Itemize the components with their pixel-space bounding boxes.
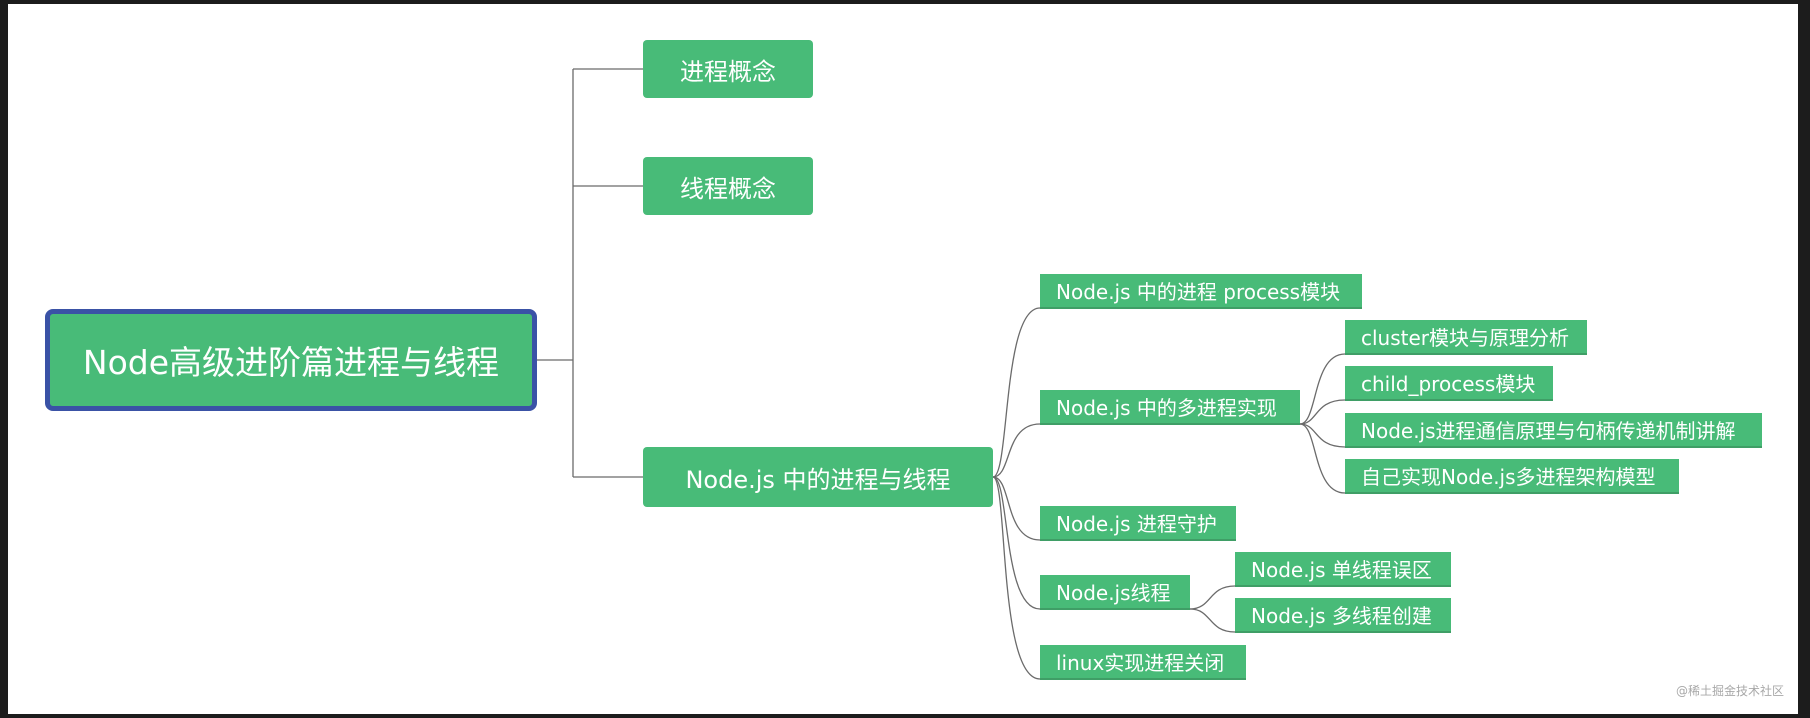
- leaf-custom-multiprocess-model[interactable]: 自己实现Node.js多进程架构模型: [1345, 459, 1679, 494]
- leaf-ipc-handle-passing[interactable]: Node.js进程通信原理与句柄传递机制讲解: [1345, 413, 1762, 448]
- subtopic-process-module[interactable]: Node.js 中的进程 process模块: [1040, 274, 1362, 309]
- leaf-cluster-module[interactable]: cluster模块与原理分析: [1345, 320, 1587, 355]
- root-node[interactable]: Node高级进阶篇进程与线程: [45, 309, 537, 411]
- subtopic-nodejs-thread[interactable]: Node.js线程: [1040, 575, 1190, 610]
- leaf-multithread-creation[interactable]: Node.js 多线程创建: [1235, 598, 1451, 633]
- subtopic-linux-process-close[interactable]: linux实现进程关闭: [1040, 645, 1246, 680]
- leaf-single-thread-myth[interactable]: Node.js 单线程误区: [1235, 552, 1451, 587]
- leaf-child-process-module[interactable]: child_process模块: [1345, 366, 1553, 401]
- branch-nodejs-process-thread[interactable]: Node.js 中的进程与线程: [643, 447, 993, 507]
- subtopic-process-daemon[interactable]: Node.js 进程守护: [1040, 506, 1236, 541]
- subtopic-multiprocess[interactable]: Node.js 中的多进程实现: [1040, 390, 1300, 425]
- watermark: @稀土掘金技术社区: [1676, 684, 1785, 698]
- branch-thread-concept[interactable]: 线程概念: [643, 157, 813, 215]
- branch-process-concept[interactable]: 进程概念: [643, 40, 813, 98]
